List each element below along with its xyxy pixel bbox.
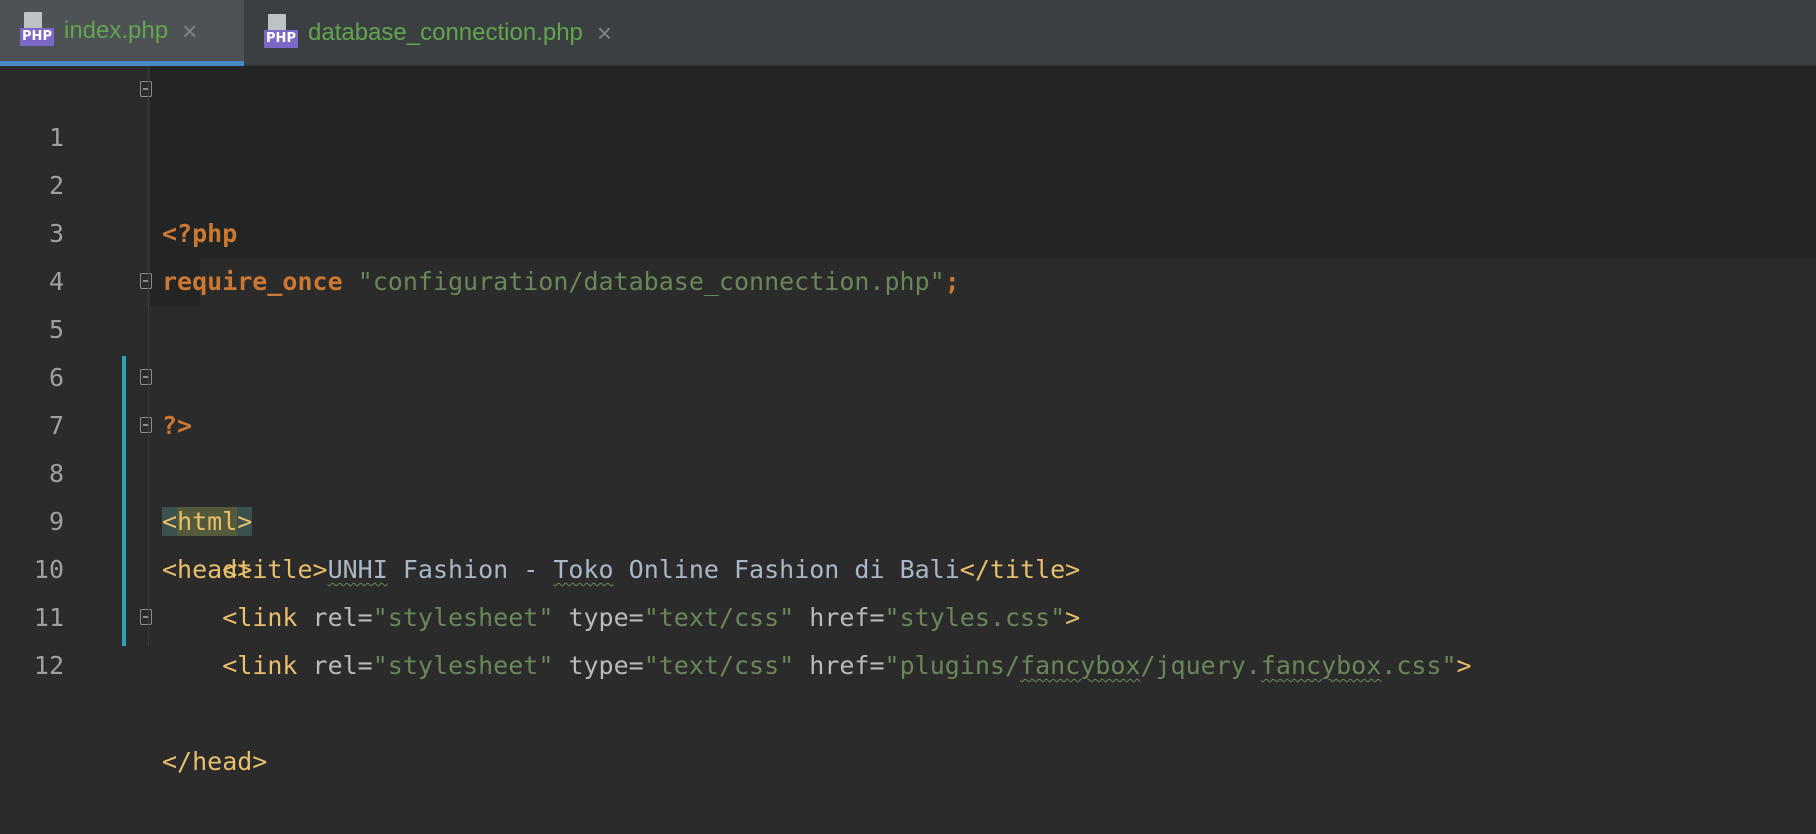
tab-label: database_connection.php — [308, 19, 583, 46]
tab-database-connection-php[interactable]: PHP database_connection.php × — [260, 0, 680, 66]
code-line-4: 4 — [0, 210, 1816, 296]
code-line-11: 11 <link rel="stylesheet" type="text/css… — [0, 546, 1816, 680]
code-line-12: 12 </head> — [0, 594, 1816, 776]
code-line-9: 9 <title>UNHI Fashion - Toko Online Fash… — [0, 450, 1816, 584]
gutter-divider — [148, 66, 149, 646]
spellcheck-word: fancybox — [1260, 651, 1382, 680]
code-line-8: 8 <head> — [0, 402, 1816, 584]
code-line-2: 2 — [0, 114, 1816, 200]
fold-marker-icon[interactable] — [140, 609, 152, 625]
fold-marker-icon[interactable] — [140, 81, 152, 97]
code-line-1: 1 <?php — [0, 66, 1816, 248]
code-line-10: 10 <link rel="stylesheet" type="text/css… — [0, 498, 1816, 632]
php-file-icon: PHP — [20, 11, 56, 50]
php-file-icon: PHP — [264, 14, 300, 52]
spellcheck-word: fancybox — [1020, 651, 1141, 680]
tab-index-php[interactable]: PHP index.php × — [0, 0, 244, 66]
fold-marker-icon[interactable] — [140, 273, 152, 289]
code-line-5: 5 ?> — [0, 258, 1816, 440]
editor-tab-bar: PHP index.php × PHP database_connection.… — [0, 0, 1816, 66]
code-editor[interactable]: 1 <?php 2 3 require_once "configuration/… — [0, 66, 1816, 776]
fold-marker-icon[interactable] — [140, 369, 152, 385]
code-line-3: 3 require_once "configuration/database_c… — [0, 162, 1816, 296]
code-line-6: 6 — [0, 306, 1816, 392]
fold-marker-icon[interactable] — [140, 417, 152, 433]
line-number: 12 — [33, 651, 64, 680]
code-line-7: 7 <html> — [0, 354, 1816, 536]
close-icon[interactable]: × — [182, 18, 197, 44]
close-icon[interactable]: × — [597, 20, 612, 46]
tab-label: index.php — [64, 16, 169, 44]
